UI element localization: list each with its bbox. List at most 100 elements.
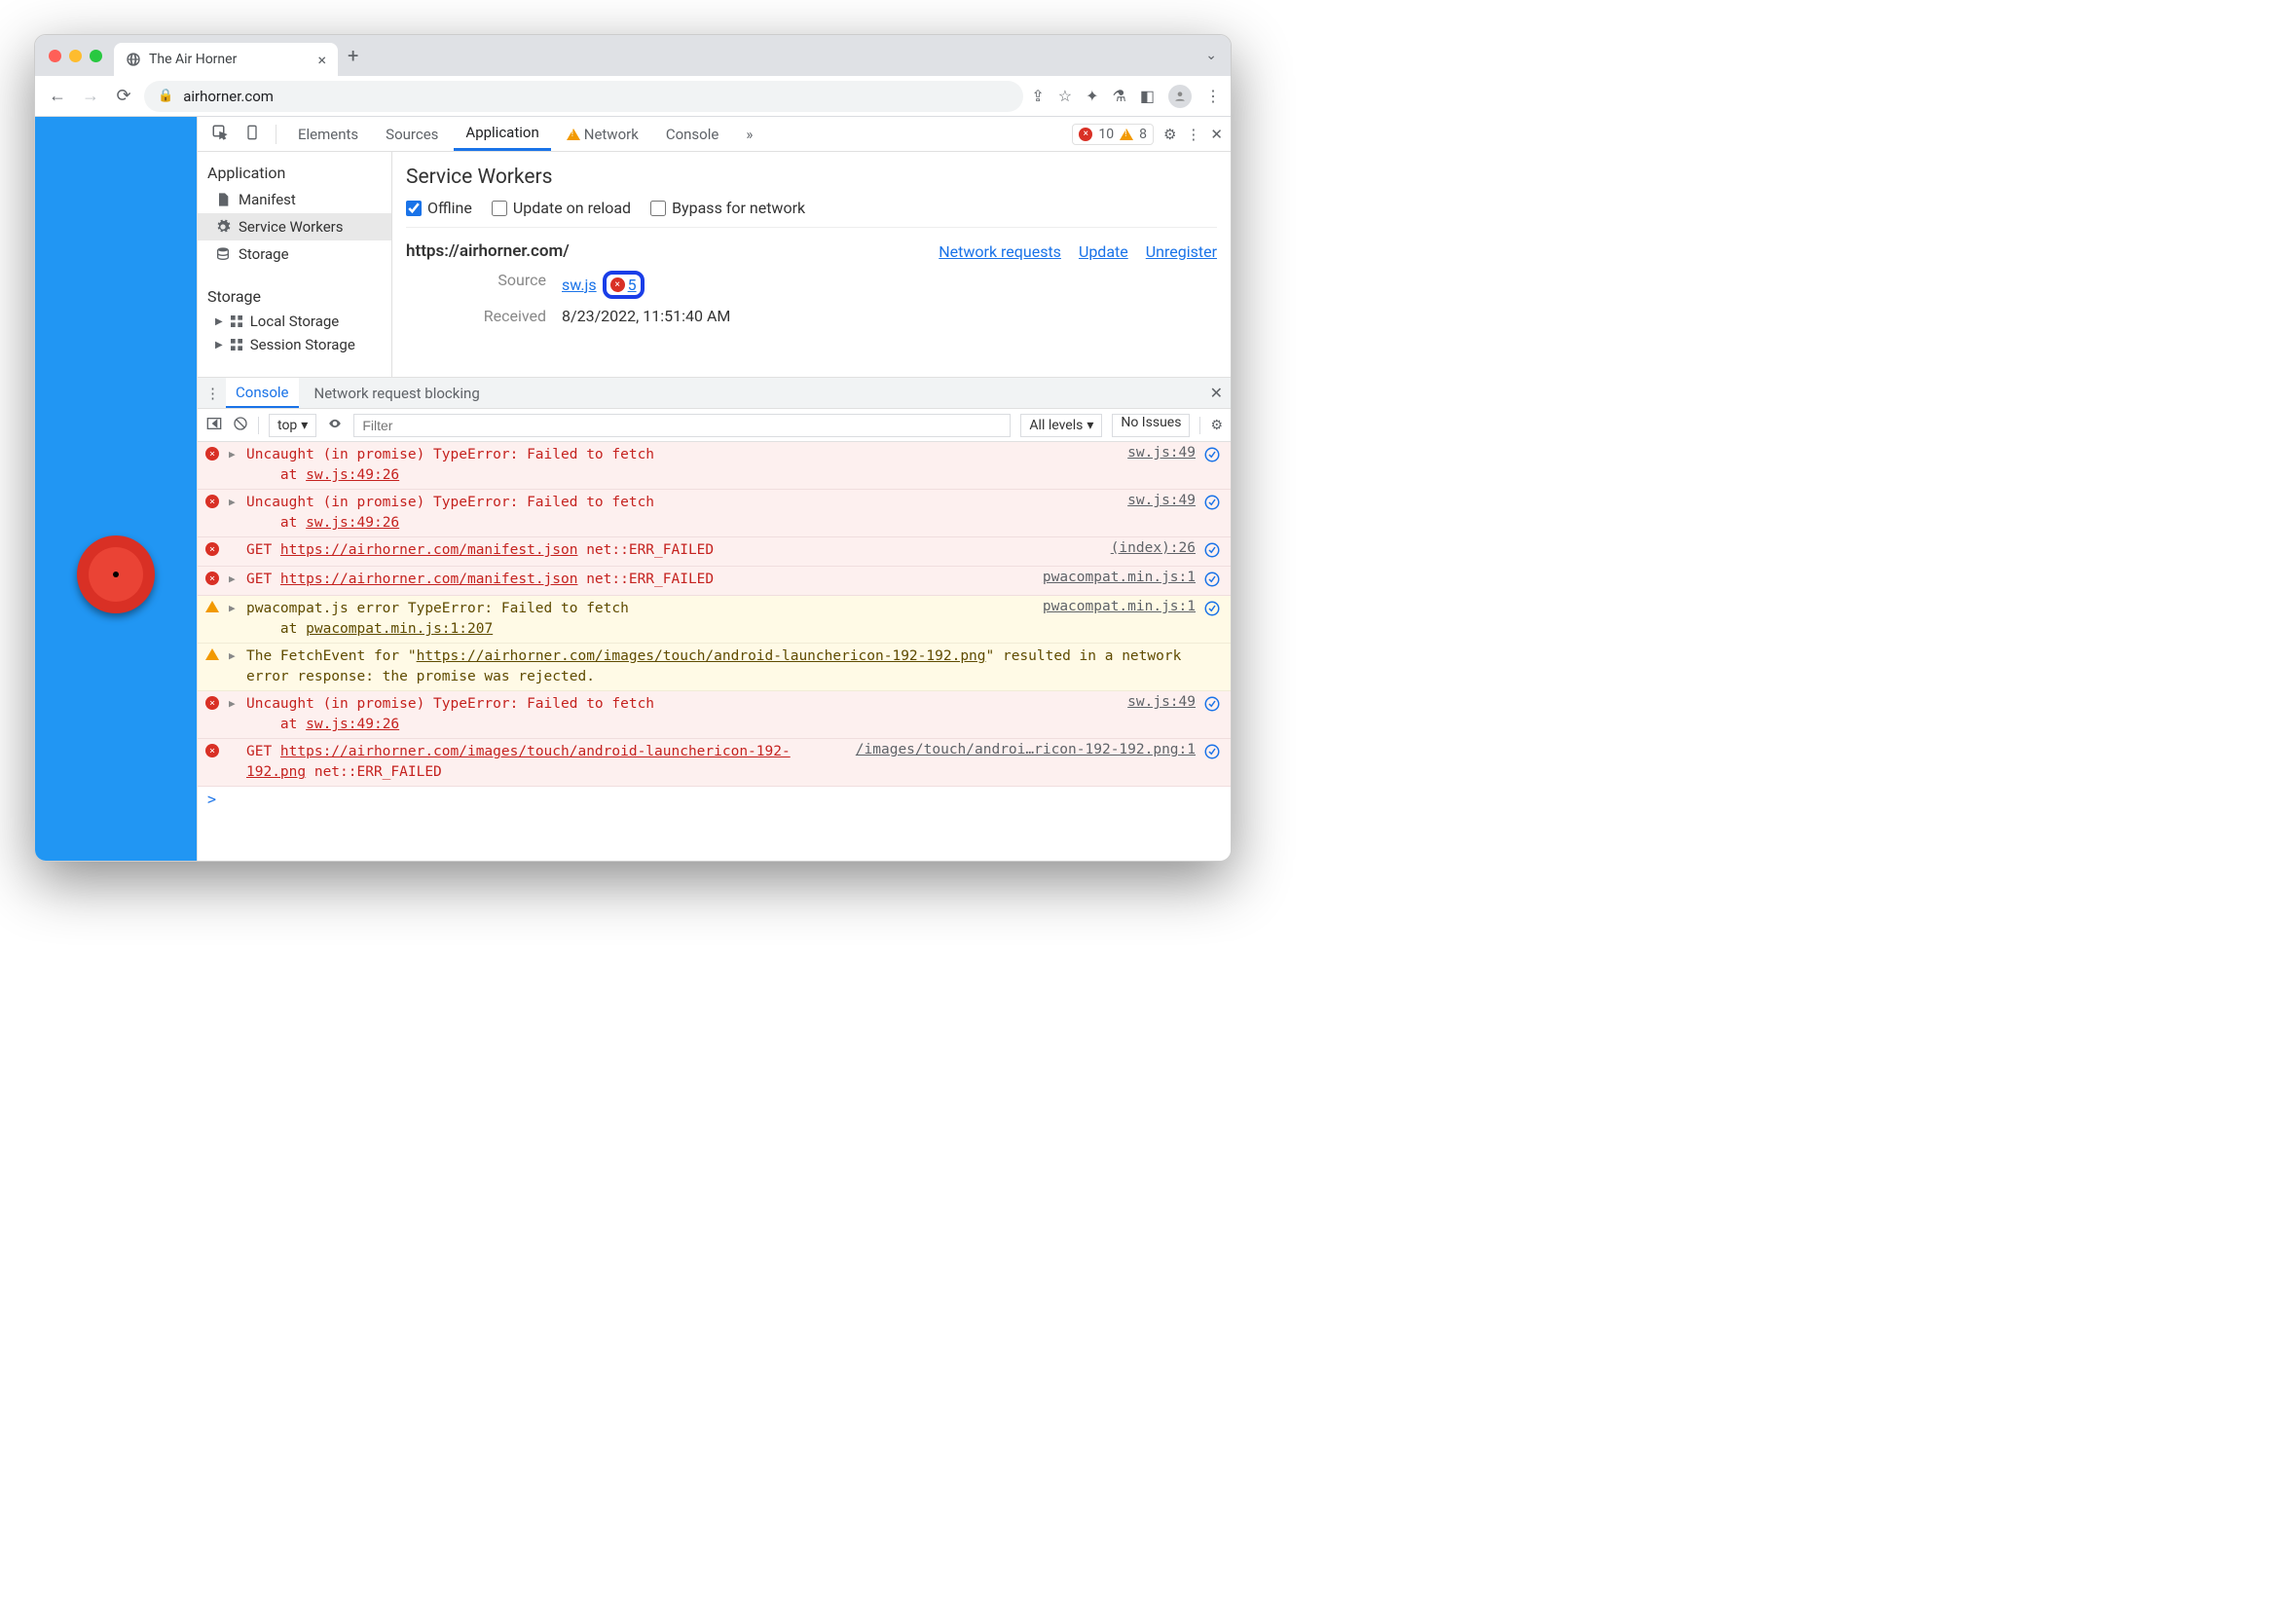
nav-icon[interactable] [1203,743,1221,764]
console-link[interactable]: https://airhorner.com/images/touch/andro… [417,648,986,664]
error-icon: × [205,572,221,585]
lock-icon: 🔒 [158,89,173,103]
issues-button[interactable]: No Issues [1112,414,1190,437]
link-source-file[interactable]: sw.js [562,276,597,294]
close-devtools-icon[interactable]: ✕ [1210,126,1223,143]
browser-tab[interactable]: The Air Horner × [114,43,338,76]
link-update[interactable]: Update [1079,242,1128,261]
close-drawer-icon[interactable]: ✕ [1210,384,1223,402]
link-error-count[interactable]: 5 [628,276,637,294]
tabs-menu-icon[interactable]: ⌄ [1205,48,1217,63]
console-link[interactable]: https://airhorner.com/manifest.json [280,542,578,558]
sidebar-section-storage: Storage [198,281,391,310]
drawer-tab-network-blocking[interactable]: Network request blocking [305,378,490,408]
console-link[interactable]: sw.js:49:26 [306,467,399,483]
labs-icon[interactable]: ⚗ [1113,87,1126,105]
airhorn-button[interactable] [77,535,155,613]
sidebar-item-service-workers[interactable]: Service Workers [198,213,391,240]
sidebar-item-storage[interactable]: Storage [198,240,391,268]
error-warning-badge[interactable]: ×10 8 [1072,124,1154,145]
console-source-link[interactable]: (index):26 [1111,540,1196,556]
console-source-link[interactable]: sw.js:49 [1127,694,1196,710]
console-source-link[interactable]: sw.js:49 [1127,493,1196,508]
filter-input[interactable] [353,414,1011,437]
share-icon[interactable]: ⇪ [1031,87,1044,105]
tab-application[interactable]: Application [454,117,550,151]
tab-elements[interactable]: Elements [286,117,370,151]
profile-avatar[interactable] [1168,85,1192,108]
drawer-tab-console[interactable]: Console [226,378,299,408]
console-link[interactable]: sw.js:49:26 [306,717,399,732]
nav-icon[interactable] [1203,541,1221,563]
tabstrip: The Air Horner × + ⌄ [35,35,1231,76]
forward-button[interactable]: → [78,86,103,106]
checkbox-offline[interactable]: Offline [406,199,472,217]
device-mode-icon[interactable] [239,124,266,145]
console-message: The FetchEvent for "https://airhorner.co… [246,646,1221,687]
nav-icon[interactable] [1203,600,1221,621]
console-settings-icon[interactable]: ⚙ [1210,418,1223,433]
menu-icon[interactable]: ⋮ [1205,87,1221,105]
console-link[interactable]: https://airhorner.com/manifest.json [280,572,578,587]
console-row[interactable]: ×GET https://airhorner.com/images/touch/… [198,739,1231,787]
console-row[interactable]: ×▶Uncaught (in promise) TypeError: Faile… [198,442,1231,490]
tab-console[interactable]: Console [654,117,731,151]
console-source-link[interactable]: /images/touch/androi…ricon-192-192.png:1 [856,742,1196,757]
console-row[interactable]: ×▶Uncaught (in promise) TypeError: Faile… [198,691,1231,739]
new-tab-button[interactable]: + [348,44,358,67]
console-row[interactable]: ×GET https://airhorner.com/manifest.json… [198,537,1231,567]
nav-icon[interactable] [1203,494,1221,515]
minimize-window[interactable] [69,50,82,62]
console-row[interactable]: ▶pwacompat.js error TypeError: Failed to… [198,596,1231,644]
nav-icon[interactable] [1203,571,1221,592]
warning-icon [205,648,221,660]
checkbox-bypass-for-network[interactable]: Bypass for network [650,199,805,217]
close-tab-icon[interactable]: × [317,51,326,69]
console-source-link[interactable]: pwacompat.min.js:1 [1043,570,1196,585]
disclosure-icon: ▶ [229,602,239,614]
clear-console-icon[interactable] [233,416,248,435]
close-window[interactable] [49,50,61,62]
sidebar-toggle-icon[interactable] [205,416,223,435]
sidebar-item-session-storage[interactable]: ▶Session Storage [198,333,391,356]
console-source-link[interactable]: sw.js:49 [1127,445,1196,461]
link-unregister[interactable]: Unregister [1146,242,1217,261]
sidebar-item-local-storage[interactable]: ▶Local Storage [198,310,391,333]
back-button[interactable]: ← [45,86,70,106]
console-prompt[interactable]: > [198,787,1231,812]
reload-button[interactable]: ⟳ [111,86,136,106]
nav-icon[interactable] [1203,446,1221,467]
console-source-link[interactable]: pwacompat.min.js:1 [1043,599,1196,614]
inspect-icon[interactable] [205,124,235,145]
source-error-highlight[interactable]: × 5 [603,271,645,299]
console-link[interactable]: pwacompat.min.js:1:207 [306,621,493,637]
console-row[interactable]: ×▶GET https://airhorner.com/manifest.jso… [198,567,1231,596]
checkbox-update-on-reload[interactable]: Update on reload [492,199,631,217]
link-network-requests[interactable]: Network requests [939,242,1061,261]
console-link[interactable]: https://airhorner.com/images/touch/andro… [246,744,791,780]
kebab-icon[interactable]: ⋮ [1186,126,1200,143]
extensions-icon[interactable]: ✦ [1086,87,1098,105]
sidepanel-icon[interactable]: ◧ [1140,87,1155,105]
bookmark-icon[interactable]: ☆ [1058,87,1072,105]
maximize-window[interactable] [90,50,102,62]
live-expression-icon[interactable] [326,417,344,434]
nav-icon[interactable] [1203,695,1221,717]
console-link[interactable]: sw.js:49:26 [306,515,399,531]
drawer-menu-icon[interactable]: ⋮ [205,385,220,402]
console-row[interactable]: ▶The FetchEvent for "https://airhorner.c… [198,644,1231,691]
tab-network[interactable]: Network [555,117,650,151]
levels-selector[interactable]: All levels ▾ [1020,414,1102,437]
tab-more[interactable]: » [734,117,764,151]
console-row[interactable]: ×▶Uncaught (in promise) TypeError: Faile… [198,490,1231,537]
address-bar[interactable]: 🔒 airhorner.com [144,81,1023,112]
console-message: Uncaught (in promise) TypeError: Failed … [246,493,1110,534]
context-selector[interactable]: top ▾ [269,414,316,437]
tab-sources[interactable]: Sources [374,117,450,151]
sidebar-item-manifest[interactable]: Manifest [198,186,391,213]
globe-icon [126,52,141,67]
warning-icon [205,601,221,612]
settings-icon[interactable]: ⚙ [1163,126,1176,143]
console-message: Uncaught (in promise) TypeError: Failed … [246,694,1110,735]
console-message: GET https://airhorner.com/images/touch/a… [246,742,838,783]
